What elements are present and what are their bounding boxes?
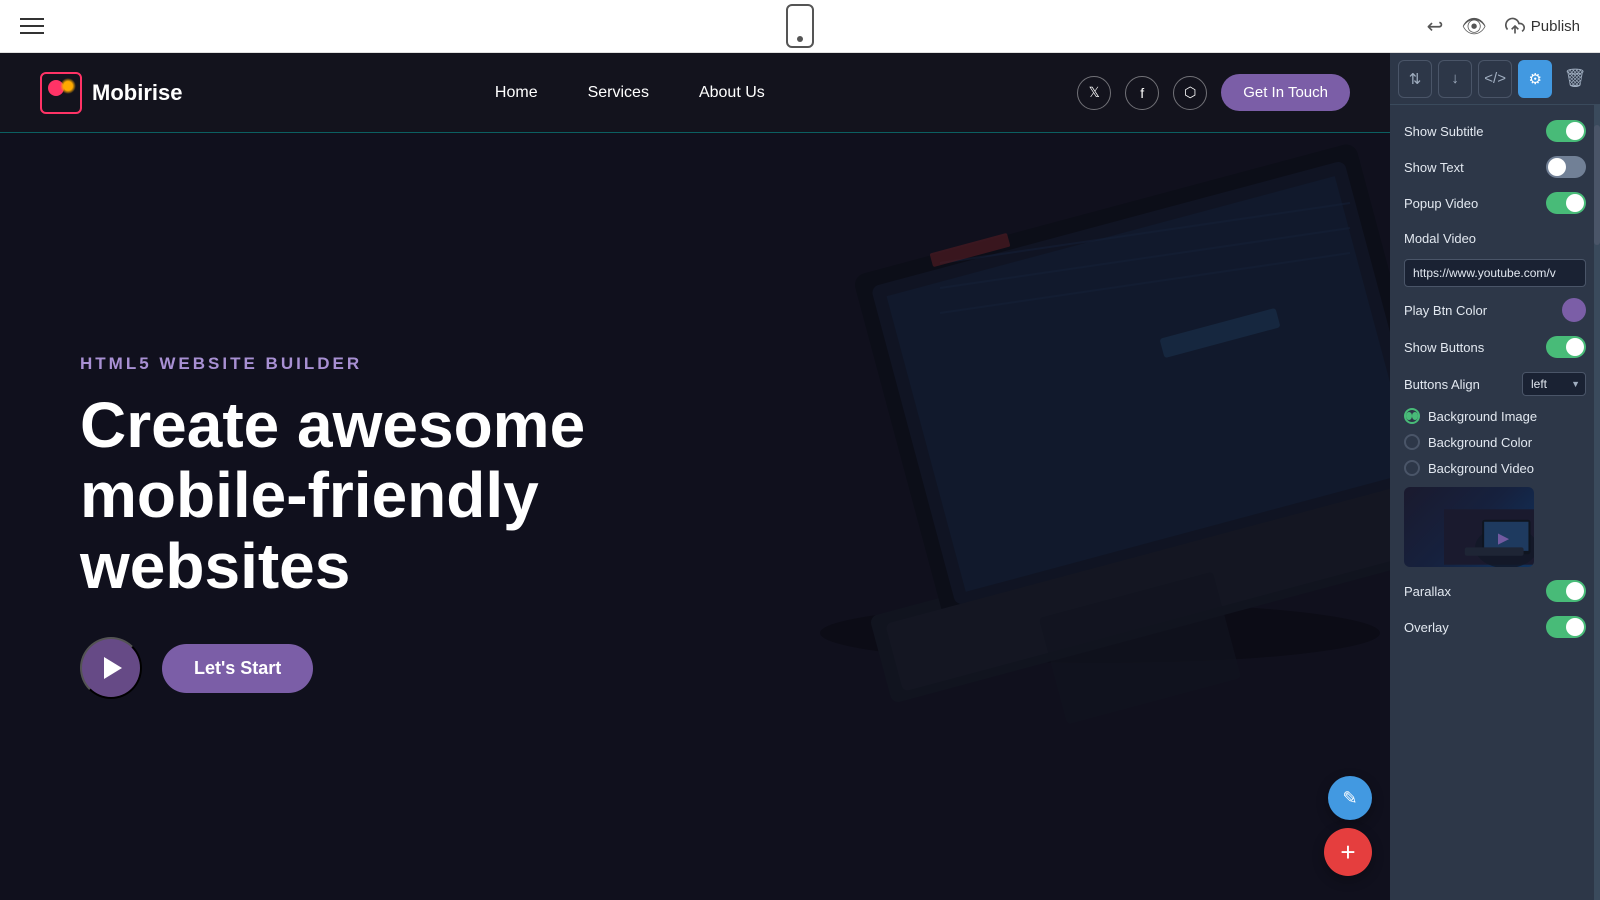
publish-label: Publish: [1531, 18, 1580, 35]
thumbnail-image: [1444, 507, 1534, 567]
show-subtitle-label: Show Subtitle: [1404, 124, 1484, 139]
download-tool-button[interactable]: ↓: [1438, 60, 1472, 98]
background-color-label: Background Color: [1428, 435, 1532, 450]
show-text-toggle[interactable]: [1546, 156, 1586, 178]
overlay-label: Overlay: [1404, 620, 1449, 635]
modal-video-url-wrapper: [1390, 255, 1600, 291]
background-thumbnail[interactable]: [1404, 487, 1534, 567]
lets-start-button[interactable]: Let's Start: [162, 644, 313, 693]
hero-title-line2: mobile-friendly websites: [80, 459, 539, 601]
site-nav-right: 𝕏 f ⬡ Get In Touch: [1077, 74, 1350, 111]
background-video-label: Background Video: [1428, 461, 1534, 476]
get-in-touch-button[interactable]: Get In Touch: [1221, 74, 1350, 111]
popup-video-toggle-knob: [1566, 194, 1584, 212]
delete-tool-button[interactable]: 🗑: [1558, 60, 1592, 98]
hero-title-line1: Create awesome: [80, 389, 585, 461]
overlay-toggle-knob: [1566, 618, 1584, 636]
nav-services[interactable]: Services: [588, 84, 649, 102]
publish-button[interactable]: Publish: [1505, 16, 1580, 36]
buttons-align-select[interactable]: left center right: [1522, 372, 1586, 396]
site-logo: Mobirise: [40, 72, 182, 114]
website-preview: Mobirise Home Services About Us 𝕏 f ⬡ Ge…: [0, 53, 1390, 900]
show-text-toggle-knob: [1548, 158, 1566, 176]
play-btn-color-label: Play Btn Color: [1404, 303, 1487, 318]
show-buttons-toggle[interactable]: [1546, 336, 1586, 358]
overlay-toggle[interactable]: [1546, 616, 1586, 638]
parallax-label: Parallax: [1404, 584, 1451, 599]
facebook-icon[interactable]: f: [1125, 76, 1159, 110]
right-panel: ⇅ ↓ </> ⚙ 🗑 Show Subtitle Show Text: [1390, 53, 1600, 900]
popup-video-label: Popup Video: [1404, 196, 1478, 211]
toolbar-center: [786, 4, 814, 48]
show-buttons-label: Show Buttons: [1404, 340, 1484, 355]
publish-upload-icon: [1505, 16, 1525, 36]
parallax-toggle[interactable]: [1546, 580, 1586, 602]
popup-video-row: Popup Video: [1390, 185, 1600, 221]
modal-video-url-input[interactable]: [1404, 259, 1586, 287]
nav-about[interactable]: About Us: [699, 84, 765, 102]
canvas-area: Mobirise Home Services About Us 𝕏 f ⬡ Ge…: [0, 53, 1600, 900]
parallax-row: Parallax: [1390, 573, 1600, 609]
hero-buttons: Let's Start: [80, 637, 730, 699]
top-toolbar: ↩ 👁 Publish: [0, 0, 1600, 53]
scrollbar-thumb[interactable]: [1594, 125, 1600, 245]
background-video-row: Background Video: [1390, 455, 1600, 481]
site-nav: Home Services About Us: [495, 84, 765, 102]
fab-add-button[interactable]: +: [1324, 828, 1372, 876]
background-image-radio[interactable]: [1404, 408, 1420, 424]
background-video-radio[interactable]: [1404, 460, 1420, 476]
show-subtitle-toggle[interactable]: [1546, 120, 1586, 142]
buttons-align-label: Buttons Align: [1404, 377, 1480, 392]
panel-toolbar: ⇅ ↓ </> ⚙ 🗑: [1390, 53, 1600, 105]
scrollbar-track: [1594, 105, 1600, 900]
show-buttons-toggle-knob: [1566, 338, 1584, 356]
buttons-align-row: Buttons Align left center right: [1390, 365, 1600, 403]
show-buttons-row: Show Buttons: [1390, 329, 1600, 365]
settings-tool-button[interactable]: ⚙: [1518, 60, 1552, 98]
logo-text: Mobirise: [92, 80, 182, 106]
pencil-icon: ✎: [1342, 788, 1357, 809]
show-text-row: Show Text: [1390, 149, 1600, 185]
undo-icon[interactable]: ↩: [1427, 14, 1444, 39]
toolbar-left: [20, 18, 44, 34]
parallax-toggle-knob: [1566, 582, 1584, 600]
play-btn-color-swatch[interactable]: [1562, 298, 1586, 322]
mobile-preview-icon[interactable]: [786, 4, 814, 48]
modal-video-row: Modal Video: [1390, 221, 1600, 255]
instagram-icon[interactable]: ⬡: [1173, 76, 1207, 110]
preview-icon[interactable]: 👁: [1461, 14, 1486, 39]
hero-section: HTML5 WEBSITE BUILDER Create awesome mob…: [0, 53, 1390, 900]
show-subtitle-toggle-knob: [1566, 122, 1584, 140]
hero-subtitle: HTML5 WEBSITE BUILDER: [80, 354, 730, 374]
background-image-row: Background Image: [1390, 403, 1600, 429]
popup-video-toggle[interactable]: [1546, 192, 1586, 214]
play-btn-color-row: Play Btn Color: [1390, 291, 1600, 329]
background-color-row: Background Color: [1390, 429, 1600, 455]
play-button[interactable]: [80, 637, 142, 699]
fab-edit-button[interactable]: ✎: [1328, 776, 1372, 820]
play-triangle-icon: [104, 657, 122, 679]
overlay-row: Overlay: [1390, 609, 1600, 645]
logo-sunburst-icon: [60, 78, 76, 94]
hamburger-menu[interactable]: [20, 18, 44, 34]
panel-settings: Show Subtitle Show Text Popup Video: [1390, 105, 1600, 900]
site-navbar: Mobirise Home Services About Us 𝕏 f ⬡ Ge…: [0, 53, 1390, 133]
reorder-tool-button[interactable]: ⇅: [1398, 60, 1432, 98]
modal-video-label: Modal Video: [1404, 231, 1476, 246]
radio-dot: [1406, 412, 1412, 420]
add-icon: +: [1340, 837, 1355, 868]
twitter-icon[interactable]: 𝕏: [1077, 76, 1111, 110]
nav-home[interactable]: Home: [495, 84, 538, 102]
toolbar-right: ↩ 👁 Publish: [1427, 14, 1580, 39]
code-tool-button[interactable]: </>: [1478, 60, 1512, 98]
show-text-label: Show Text: [1404, 160, 1464, 175]
buttons-align-select-wrapper: left center right: [1522, 372, 1586, 396]
background-image-label: Background Image: [1428, 409, 1537, 424]
hero-content: HTML5 WEBSITE BUILDER Create awesome mob…: [80, 354, 730, 699]
hero-title: Create awesome mobile-friendly websites: [80, 390, 730, 601]
background-color-radio[interactable]: [1404, 434, 1420, 450]
show-subtitle-row: Show Subtitle: [1390, 113, 1600, 149]
logo-icon: [40, 72, 82, 114]
